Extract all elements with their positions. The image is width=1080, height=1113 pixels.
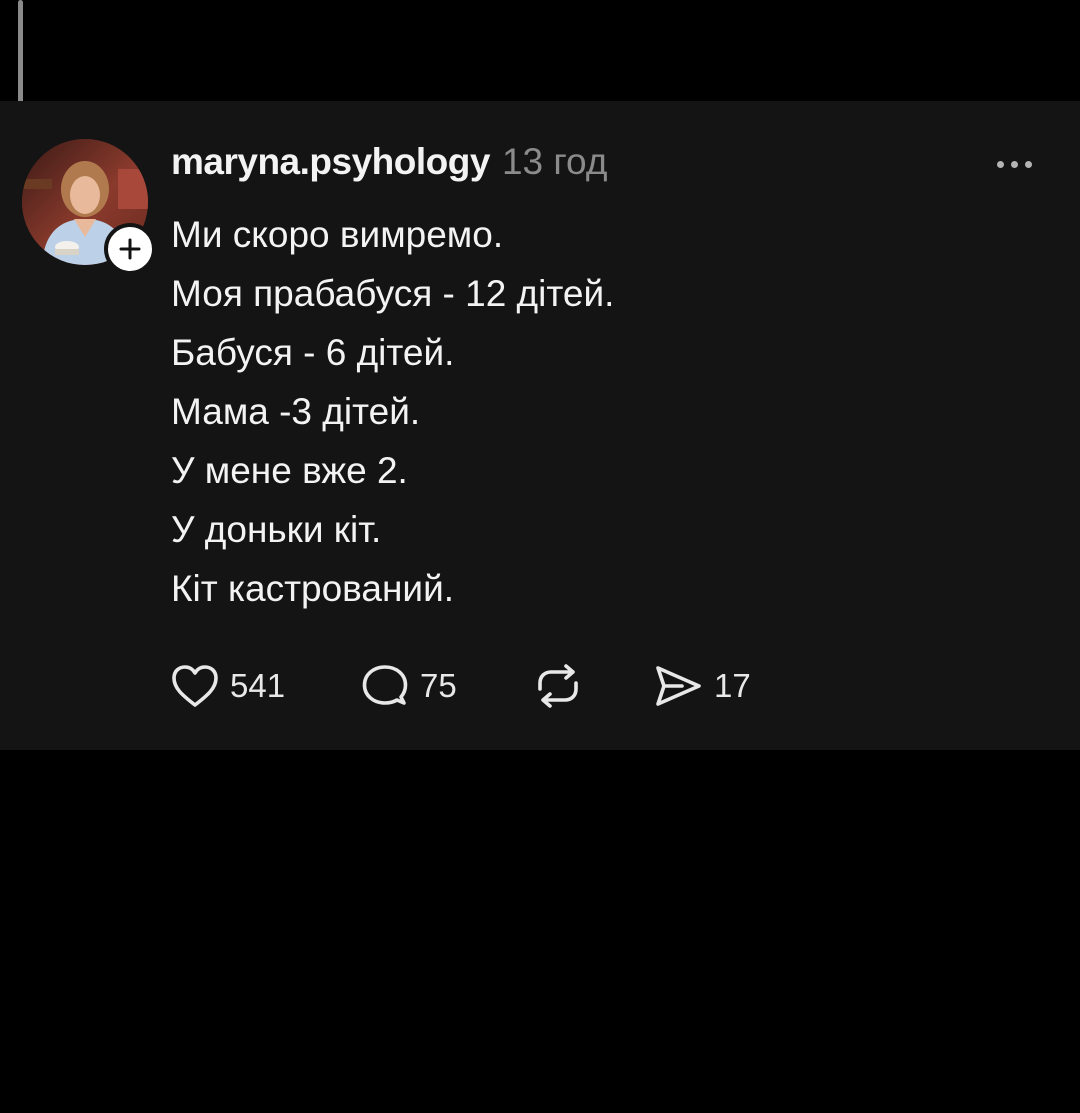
post-header: maryna.psyhology 13 год: [171, 141, 607, 191]
post-text-line: Ми скоро вимремо.: [171, 214, 504, 255]
post-text-line: Моя прабабуся - 12 дітей.: [171, 273, 615, 314]
repost-button[interactable]: [532, 661, 584, 711]
share-count: 17: [714, 667, 751, 704]
screen: maryna.psyhology 13 год Ми скоро вимремо…: [0, 0, 1080, 1113]
post-text: Ми скоро вимремо. Моя прабабуся - 12 діт…: [171, 205, 1031, 618]
more-options-button[interactable]: [988, 149, 1040, 179]
ellipsis-icon-dot: [1024, 160, 1032, 168]
repost-icon: [538, 664, 578, 708]
reply-count: 75: [420, 667, 457, 704]
comment-icon: [362, 665, 408, 705]
ellipsis-icon-dot: [1010, 160, 1018, 168]
heart-icon: [172, 665, 218, 707]
post-text-line: У мене вже 2.: [171, 450, 408, 491]
send-icon: [656, 666, 701, 706]
plus-icon: [119, 238, 141, 260]
share-button[interactable]: 17: [652, 661, 751, 711]
ellipsis-icon: [996, 160, 1004, 168]
post-text-line: У доньки кіт.: [171, 509, 382, 550]
like-button[interactable]: 541: [170, 661, 285, 711]
post-text-line: Бабуся - 6 дітей.: [171, 332, 455, 373]
post-actions: 541 75 17: [170, 661, 790, 711]
author-username[interactable]: maryna.psyhology: [171, 141, 490, 183]
reply-button[interactable]: 75: [360, 661, 457, 711]
follow-button[interactable]: [104, 223, 156, 275]
post-timestamp: 13 год: [501, 141, 608, 182]
post-text-line: Мама -3 дітей.: [171, 391, 421, 432]
post-text-line: Кіт кастрований.: [171, 568, 455, 609]
post-card: maryna.psyhology 13 год Ми скоро вимремо…: [0, 101, 1080, 750]
author-avatar-container[interactable]: [22, 139, 156, 275]
like-count: 541: [230, 667, 286, 704]
